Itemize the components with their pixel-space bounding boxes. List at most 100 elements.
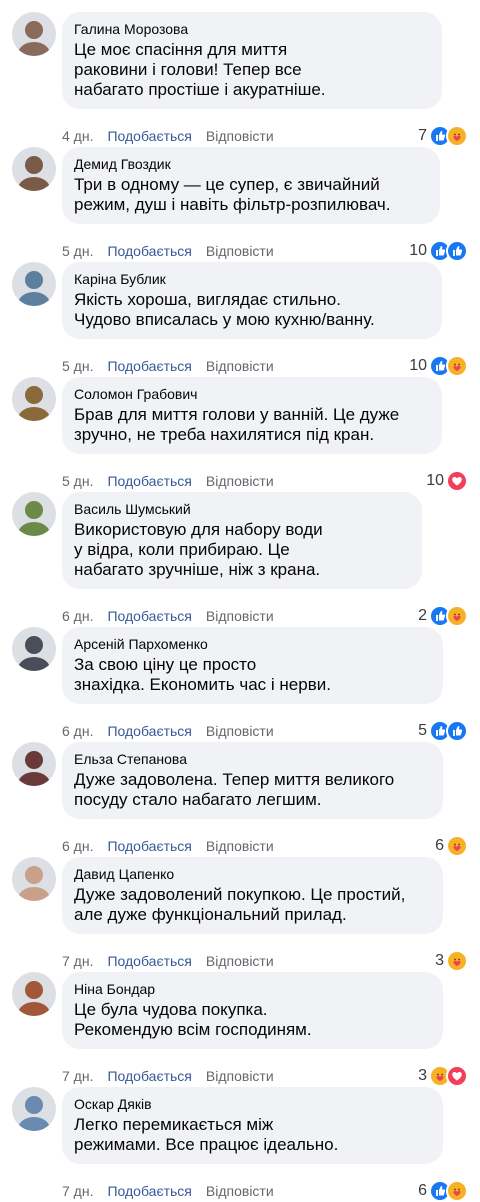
- reaction-icons: [429, 125, 468, 147]
- reply-button[interactable]: Відповісти: [206, 1066, 274, 1086]
- comment-actions: 5 дн. Подобається Відповісти: [62, 241, 274, 261]
- avatar[interactable]: [12, 627, 56, 671]
- comment-author[interactable]: Оскар Дяків: [74, 1095, 431, 1113]
- reply-button[interactable]: Відповісти: [206, 951, 274, 971]
- comment-actions: 7 дн. Подобається Відповісти: [62, 1066, 274, 1086]
- like-button[interactable]: Подобається: [107, 951, 191, 971]
- care-reaction-icon: [446, 355, 468, 377]
- comment-actions: 5 дн. Подобається Відповісти: [62, 356, 274, 376]
- reaction-icons: [446, 950, 468, 972]
- comment-timestamp[interactable]: 5 дн.: [62, 471, 93, 491]
- reaction-icons: [446, 470, 468, 492]
- reaction-count: 10: [426, 472, 444, 489]
- like-button[interactable]: Подобається: [107, 356, 191, 376]
- reactions-summary[interactable]: 10: [426, 470, 468, 492]
- comment-bubble: Василь Шумський Використовую для набору в…: [62, 492, 422, 589]
- reply-button[interactable]: Відповісти: [206, 126, 274, 146]
- reaction-count: 7: [418, 127, 427, 144]
- comment-text: Це моє спасіння для миття раковини і гол…: [74, 40, 326, 99]
- reactions-summary[interactable]: 3: [418, 1065, 468, 1087]
- reactions-summary[interactable]: 10: [409, 355, 468, 377]
- avatar[interactable]: [12, 262, 56, 306]
- comment-bubble: Оскар Дяків Легко перемикається між режим…: [62, 1087, 443, 1164]
- comment-text: Якість хороша, виглядає стильно. Чудово …: [74, 290, 375, 329]
- comment-timestamp[interactable]: 7 дн.: [62, 951, 93, 971]
- comment-author[interactable]: Каріна Бублик: [74, 270, 430, 288]
- reactions-summary[interactable]: 5: [418, 720, 468, 742]
- comment-text: Це була чудова покупка. Рекомендую всім …: [74, 1000, 312, 1039]
- comment-bubble: Арсеній Пархоменко За свою ціну це просто…: [62, 627, 443, 704]
- like-reaction-icon: [446, 240, 468, 262]
- reply-button[interactable]: Відповісти: [206, 356, 274, 376]
- comment-text: Три в одному — це супер, є звичайний реж…: [74, 175, 391, 214]
- reaction-count: 6: [435, 837, 444, 854]
- reaction-icons: [446, 835, 468, 857]
- comment-author[interactable]: Демид Гвоздик: [74, 155, 428, 173]
- like-button[interactable]: Подобається: [107, 721, 191, 741]
- comment-author[interactable]: Ельза Степанова: [74, 750, 431, 768]
- like-button[interactable]: Подобається: [107, 606, 191, 626]
- avatar[interactable]: [12, 972, 56, 1016]
- reaction-count: 10: [409, 357, 427, 374]
- like-button[interactable]: Подобається: [107, 241, 191, 261]
- reactions-summary[interactable]: 7: [418, 125, 468, 147]
- reactions-summary[interactable]: 6: [435, 835, 468, 857]
- reply-button[interactable]: Відповісти: [206, 241, 274, 261]
- avatar[interactable]: [12, 742, 56, 786]
- reaction-icons: [429, 1065, 468, 1087]
- comment-timestamp[interactable]: 5 дн.: [62, 356, 93, 376]
- reply-button[interactable]: Відповісти: [206, 1181, 274, 1201]
- comment-actions: 6 дн. Подобається Відповісти: [62, 606, 274, 626]
- comment-author[interactable]: Галина Морозова: [74, 20, 430, 38]
- comment-timestamp[interactable]: 5 дн.: [62, 241, 93, 261]
- comment-actions: 6 дн. Подобається Відповісти: [62, 836, 274, 856]
- reactions-summary[interactable]: 2: [418, 605, 468, 627]
- avatar[interactable]: [12, 857, 56, 901]
- comment-timestamp[interactable]: 4 дн.: [62, 126, 93, 146]
- care-reaction-icon: [446, 605, 468, 627]
- reply-button[interactable]: Відповісти: [206, 721, 274, 741]
- reaction-icons: [429, 240, 468, 262]
- reaction-count: 10: [409, 242, 427, 259]
- comment-bubble: Демид Гвоздик Три в одному — це супер, є …: [62, 147, 440, 224]
- reaction-count: 6: [418, 1182, 427, 1199]
- comment-timestamp[interactable]: 6 дн.: [62, 836, 93, 856]
- comment-author[interactable]: Василь Шумський: [74, 500, 410, 518]
- avatar[interactable]: [12, 147, 56, 191]
- like-button[interactable]: Подобається: [107, 836, 191, 856]
- like-button[interactable]: Подобається: [107, 1066, 191, 1086]
- comment-actions: 6 дн. Подобається Відповісти: [62, 721, 274, 741]
- comment-author[interactable]: Ніна Бондар: [74, 980, 431, 998]
- comment-bubble: Ніна Бондар Це була чудова покупка. Реком…: [62, 972, 443, 1049]
- reactions-summary[interactable]: 3: [435, 950, 468, 972]
- comment-timestamp[interactable]: 6 дн.: [62, 606, 93, 626]
- reaction-count: 2: [418, 607, 427, 624]
- love-reaction-icon: [446, 470, 468, 492]
- comment-timestamp[interactable]: 7 дн.: [62, 1181, 93, 1201]
- comment-timestamp[interactable]: 6 дн.: [62, 721, 93, 741]
- reaction-count: 3: [435, 952, 444, 969]
- reply-button[interactable]: Відповісти: [206, 606, 274, 626]
- reply-button[interactable]: Відповісти: [206, 471, 274, 491]
- reaction-count: 3: [418, 1067, 427, 1084]
- reply-button[interactable]: Відповісти: [206, 836, 274, 856]
- reactions-summary[interactable]: 10: [409, 240, 468, 262]
- like-button[interactable]: Подобається: [107, 126, 191, 146]
- comment-bubble: Давид Цапенко Дуже задоволений покупкою. …: [62, 857, 443, 934]
- avatar[interactable]: [12, 377, 56, 421]
- reaction-icons: [429, 605, 468, 627]
- comment-author[interactable]: Арсеній Пархоменко: [74, 635, 431, 653]
- avatar[interactable]: [12, 12, 56, 56]
- comment-author[interactable]: Соломон Грабович: [74, 385, 430, 403]
- comment-text: Брав для миття голови у ванній. Це дуже …: [74, 405, 400, 444]
- comment-text: Використовую для набору води у відра, ко…: [74, 520, 323, 579]
- love-reaction-icon: [446, 1065, 468, 1087]
- avatar[interactable]: [12, 1087, 56, 1131]
- like-button[interactable]: Подобається: [107, 1181, 191, 1201]
- comment-timestamp[interactable]: 7 дн.: [62, 1066, 93, 1086]
- reaction-count: 5: [418, 722, 427, 739]
- avatar[interactable]: [12, 492, 56, 536]
- like-button[interactable]: Подобається: [107, 471, 191, 491]
- comment-text: Легко перемикається між режимами. Все пр…: [74, 1115, 339, 1154]
- comment-author[interactable]: Давид Цапенко: [74, 865, 431, 883]
